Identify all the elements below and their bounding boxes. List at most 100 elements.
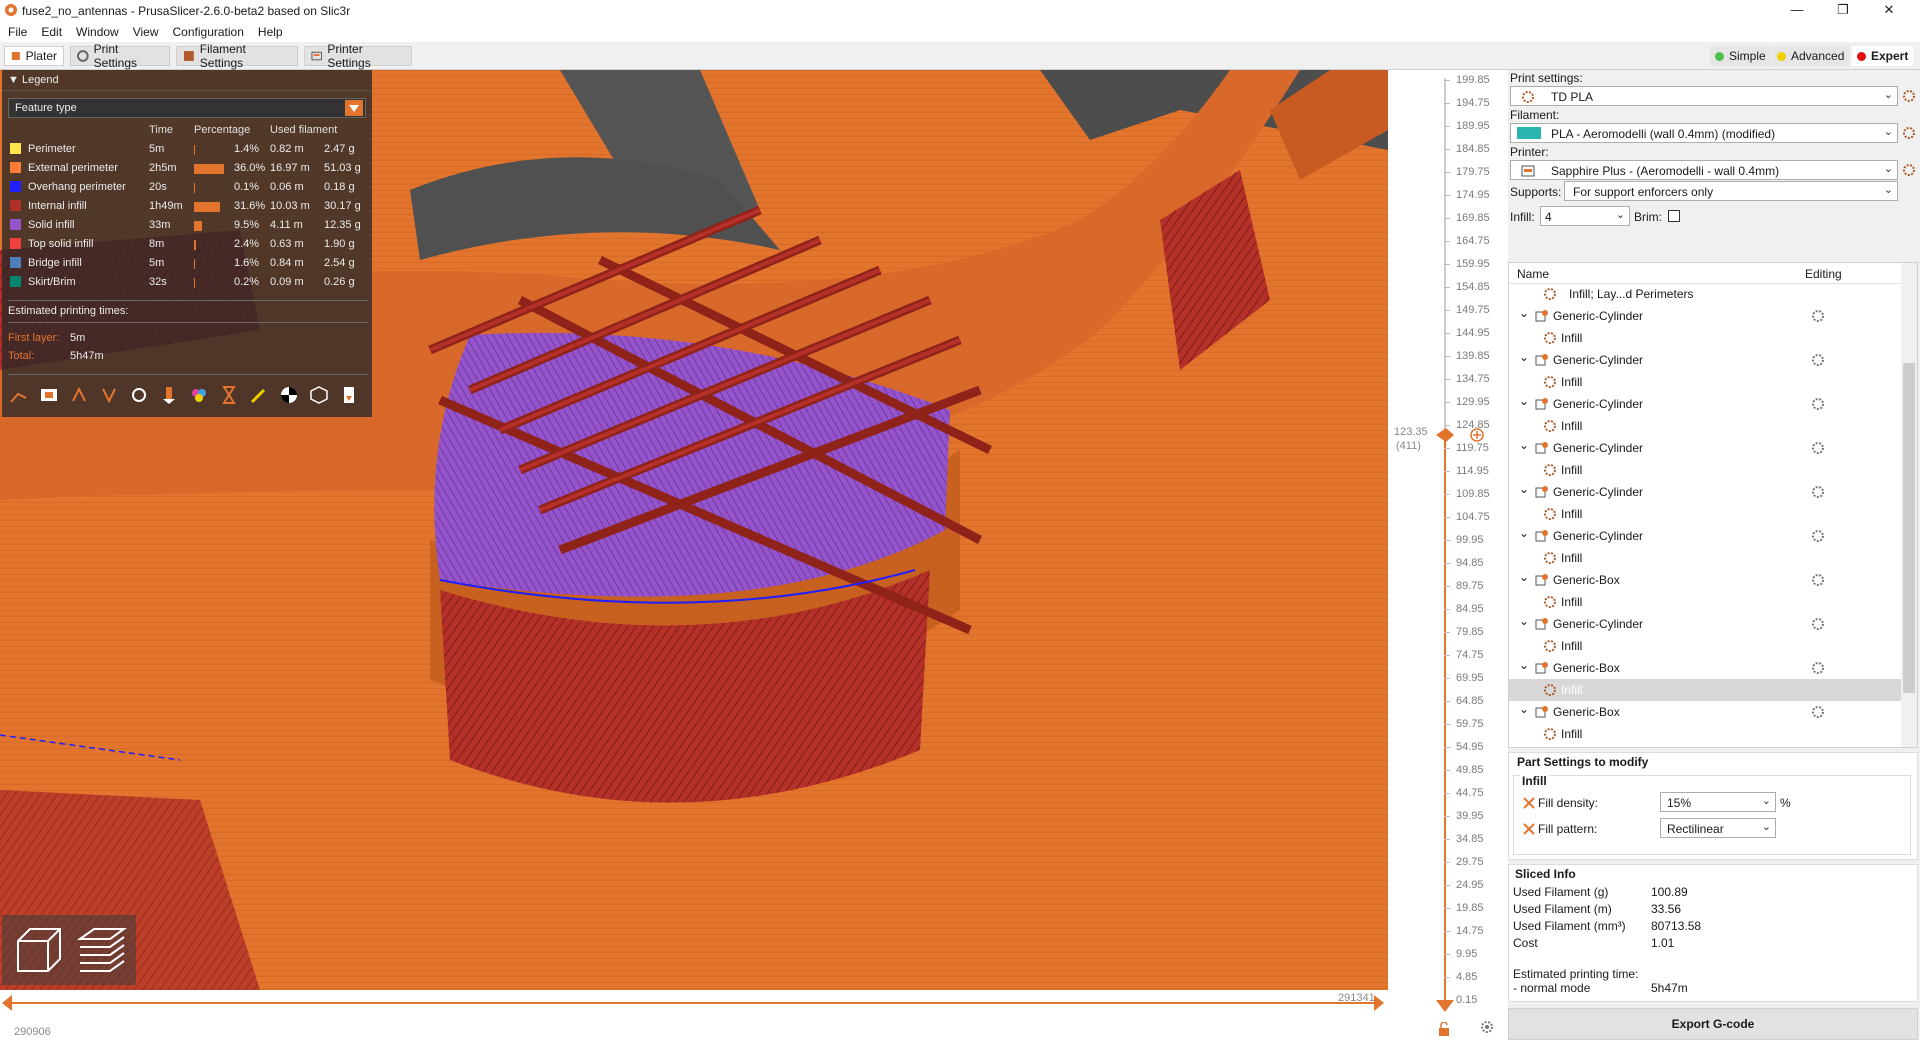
brim-checkbox[interactable]: [1668, 210, 1680, 222]
object-row[interactable]: ⌄ Generic-Cylinder: [1509, 305, 1901, 327]
filament-combo[interactable]: PLA - Aeromodelli (wall 0.4mm) (modified…: [1510, 123, 1898, 143]
travel-icon[interactable]: [8, 384, 30, 406]
tab-printer-settings[interactable]: Printer Settings: [304, 42, 412, 70]
edit-settings-icon[interactable]: [1811, 441, 1825, 455]
shells-icon[interactable]: [308, 384, 330, 406]
preview-layers-icon[interactable]: [74, 923, 130, 979]
filament-color-swatch[interactable]: [1517, 127, 1541, 139]
object-row[interactable]: ⌄ Generic-Cylinder: [1509, 613, 1901, 635]
edit-settings-icon[interactable]: [1811, 529, 1825, 543]
minimize-button[interactable]: —: [1774, 0, 1820, 22]
edit-settings-icon[interactable]: [1811, 353, 1825, 367]
dropdown-arrow-icon[interactable]: [345, 100, 363, 116]
tab-plater[interactable]: Plater: [4, 46, 64, 66]
print-settings-combo[interactable]: TD PLA ⌄: [1510, 86, 1898, 106]
printer-edit-icon[interactable]: [1902, 163, 1916, 177]
menu-edit[interactable]: Edit: [33, 22, 68, 39]
settings-row[interactable]: Infill: [1509, 635, 1901, 657]
legend-row[interactable]: Solid infill 33m 9.5% 4.11 m 12.35 g: [8, 218, 368, 233]
legend-row[interactable]: Perimeter 5m 1.4% 0.82 m 2.47 g: [8, 142, 368, 157]
menu-configuration[interactable]: Configuration: [165, 22, 250, 39]
print-settings-edit-icon[interactable]: [1902, 89, 1916, 103]
edit-settings-icon[interactable]: [1811, 397, 1825, 411]
seams-icon[interactable]: [128, 384, 150, 406]
view-type-combo[interactable]: Feature type: [8, 98, 366, 118]
tool-changes-icon[interactable]: [158, 384, 180, 406]
object-row[interactable]: ⌄ Generic-Cylinder: [1509, 525, 1901, 547]
object-row[interactable]: ⌄ Generic-Box: [1509, 657, 1901, 679]
expand-chevron-icon[interactable]: ⌄: [1519, 306, 1529, 320]
left-thumb-icon[interactable]: [2, 995, 14, 1011]
fill-pattern-combo[interactable]: Rectilinear ⌄: [1660, 818, 1776, 838]
maximize-button[interactable]: ❐: [1820, 0, 1866, 22]
object-row[interactable]: ⌄ Generic-Box: [1509, 569, 1901, 591]
pause-prints-icon[interactable]: [218, 384, 240, 406]
edit-settings-icon[interactable]: [1811, 661, 1825, 675]
fill-density-combo[interactable]: 15% ⌄: [1660, 792, 1776, 812]
menu-file[interactable]: File: [0, 22, 33, 39]
settings-row[interactable]: Infill: [1509, 371, 1901, 393]
tab-filament-settings[interactable]: Filament Settings: [176, 42, 298, 70]
object-row[interactable]: ⌄ Generic-Cylinder: [1509, 481, 1901, 503]
mode-expert[interactable]: Expert: [1852, 46, 1914, 66]
legend-header[interactable]: ▼ Legend: [2, 70, 372, 91]
lower-thumb-icon[interactable]: [1436, 998, 1454, 1012]
center-of-gravity-icon[interactable]: [278, 384, 300, 406]
infill-combo[interactable]: 4 ⌄: [1540, 206, 1630, 226]
settings-row[interactable]: Infill: [1509, 679, 1901, 701]
remove-setting-icon[interactable]: [1522, 822, 1536, 836]
edit-settings-icon[interactable]: [1811, 617, 1825, 631]
edit-settings-icon[interactable]: [1811, 573, 1825, 587]
object-row[interactable]: ⌄ Generic-Cylinder: [1509, 437, 1901, 459]
object-row[interactable]: ⌄ Generic-Box: [1509, 701, 1901, 723]
settings-row[interactable]: Infill: [1509, 723, 1901, 745]
expand-chevron-icon[interactable]: ⌄: [1519, 702, 1529, 716]
layer-slider[interactable]: 199.85 194.75 189.95 184.85 179.75 174.95 169.…: [1388, 70, 1508, 1040]
menu-view[interactable]: View: [125, 22, 165, 39]
close-button[interactable]: ✕: [1866, 0, 1912, 22]
wipe-icon[interactable]: [38, 384, 60, 406]
horizontal-move-slider[interactable]: 290906 291341: [0, 990, 1388, 1040]
legend-row[interactable]: Skirt/Brim 32s 0.2% 0.09 m 0.26 g: [8, 275, 368, 290]
settings-row[interactable]: Infill: [1509, 415, 1901, 437]
expand-chevron-icon[interactable]: ⌄: [1519, 394, 1529, 408]
edit-settings-icon[interactable]: [1811, 309, 1825, 323]
settings-row[interactable]: Infill: [1509, 503, 1901, 525]
object-list-scrollbar[interactable]: [1901, 263, 1917, 747]
expand-chevron-icon[interactable]: ⌄: [1519, 658, 1529, 672]
export-gcode-button[interactable]: Export G-code: [1508, 1008, 1918, 1040]
expand-chevron-icon[interactable]: ⌄: [1519, 438, 1529, 452]
expand-chevron-icon[interactable]: ⌄: [1519, 350, 1529, 364]
scrollbar-thumb[interactable]: [1903, 363, 1915, 693]
collapse-arrow-icon[interactable]: ▼: [8, 74, 19, 86]
legend-row[interactable]: Top solid infill 8m 2.4% 0.63 m 1.90 g: [8, 237, 368, 252]
settings-row[interactable]: Infill: [1509, 459, 1901, 481]
add-color-change-icon[interactable]: [1470, 428, 1484, 442]
mode-simple[interactable]: Simple: [1710, 46, 1771, 66]
edit-settings-icon[interactable]: [1811, 485, 1825, 499]
deretractions-icon[interactable]: [98, 384, 120, 406]
menu-window[interactable]: Window: [68, 22, 125, 39]
filament-edit-icon[interactable]: [1902, 126, 1916, 140]
legend-row[interactable]: Overhang perimeter 20s 0.1% 0.06 m 0.18 g: [8, 180, 368, 195]
menu-help[interactable]: Help: [250, 22, 289, 39]
mode-advanced[interactable]: Advanced: [1772, 46, 1850, 66]
supports-combo[interactable]: For support enforcers only ⌄: [1564, 181, 1898, 201]
settings-cog-icon[interactable]: [1480, 1020, 1494, 1034]
object-row[interactable]: ⌄ Generic-Cylinder: [1509, 393, 1901, 415]
object-row[interactable]: ⌄ Generic-Cylinder: [1509, 349, 1901, 371]
retractions-icon[interactable]: [68, 384, 90, 406]
upper-thumb-icon[interactable]: [1436, 428, 1454, 442]
expand-chevron-icon[interactable]: ⌄: [1519, 526, 1529, 540]
settings-row[interactable]: Infill: [1509, 591, 1901, 613]
legend-row[interactable]: Internal infill 1h49m 31.6% 10.03 m 30.17 g: [8, 199, 368, 214]
3d-view-icon[interactable]: [10, 923, 66, 979]
legend-row[interactable]: External perimeter 2h5m 36.0% 16.97 m 51.03 …: [8, 161, 368, 176]
settings-row[interactable]: Infill: [1509, 547, 1901, 569]
edit-settings-icon[interactable]: [1811, 705, 1825, 719]
expand-chevron-icon[interactable]: ⌄: [1519, 614, 1529, 628]
printer-combo[interactable]: Sapphire Plus - (Aeromodelli - wall 0.4m…: [1510, 160, 1898, 180]
expand-chevron-icon[interactable]: ⌄: [1519, 570, 1529, 584]
tab-print-settings[interactable]: Print Settings: [70, 42, 170, 70]
settings-row[interactable]: Infill: [1509, 327, 1901, 349]
